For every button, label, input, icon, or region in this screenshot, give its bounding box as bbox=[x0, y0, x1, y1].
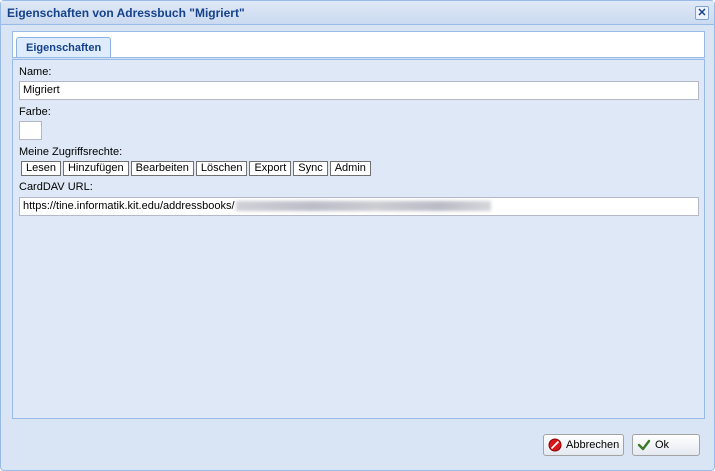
color-picker[interactable] bbox=[19, 121, 42, 140]
carddav-url-input[interactable]: https://tine.informatik.kit.edu/addressb… bbox=[19, 197, 699, 216]
right-admin-button[interactable]: Admin bbox=[329, 161, 371, 176]
button-bar: Abbrechen Ok bbox=[1, 425, 714, 470]
tab-strip: Eigenschaften bbox=[12, 31, 705, 59]
name-label: Name: bbox=[19, 66, 52, 78]
access-rights-label: Meine Zugriffsrechte: bbox=[19, 146, 123, 158]
access-rights-group: Lesen Hinzufügen Bearbeiten Löschen Export Sy… bbox=[21, 161, 373, 176]
close-button[interactable]: ✕ bbox=[695, 6, 709, 20]
carddav-url-text: https://tine.informatik.kit.edu/addressb… bbox=[23, 200, 235, 212]
ok-label: Ok bbox=[655, 439, 670, 451]
carddav-label: CardDAV URL: bbox=[19, 181, 93, 193]
title-bar[interactable]: Eigenschaften von Adressbuch "Migriert" … bbox=[1, 1, 714, 25]
properties-panel: Name: Migriert Farbe: Meine Zugriffsrech… bbox=[12, 60, 705, 419]
dialog-window: Eigenschaften von Adressbuch "Migriert" … bbox=[0, 0, 715, 471]
cancel-label: Abbrechen bbox=[566, 439, 620, 451]
right-add-button[interactable]: Hinzufügen bbox=[62, 161, 129, 176]
right-edit-button[interactable]: Bearbeiten bbox=[130, 161, 194, 176]
color-label: Farbe: bbox=[19, 106, 51, 118]
ok-button[interactable]: Ok bbox=[632, 434, 700, 456]
right-delete-button[interactable]: Löschen bbox=[195, 161, 248, 176]
checkmark-icon bbox=[637, 439, 651, 451]
right-export-button[interactable]: Export bbox=[249, 161, 292, 176]
cancel-icon bbox=[548, 438, 562, 452]
cancel-button[interactable]: Abbrechen bbox=[543, 434, 624, 456]
tab-eigenschaften[interactable]: Eigenschaften bbox=[16, 37, 112, 59]
right-read-button[interactable]: Lesen bbox=[21, 161, 61, 176]
name-input[interactable]: Migriert bbox=[19, 81, 699, 100]
redacted-url-suffix bbox=[235, 201, 491, 212]
close-icon: ✕ bbox=[697, 7, 707, 19]
dialog-title: Eigenschaften von Adressbuch "Migriert" bbox=[7, 6, 245, 20]
right-sync-button[interactable]: Sync bbox=[293, 161, 328, 176]
